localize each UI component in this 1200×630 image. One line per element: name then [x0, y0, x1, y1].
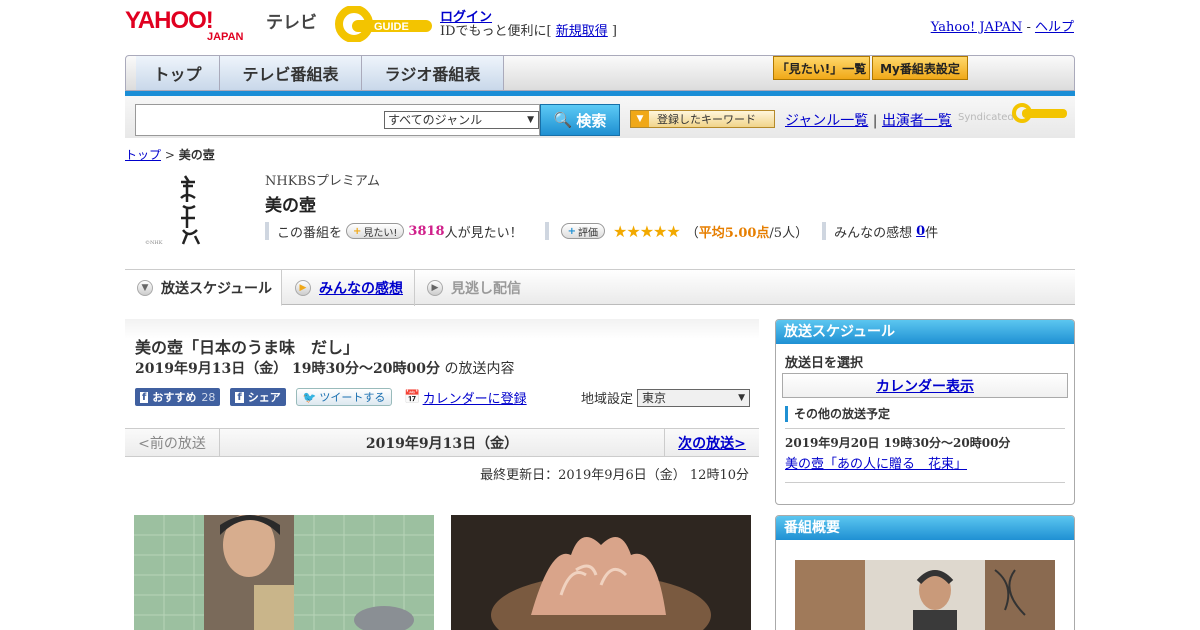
select-date-label: 放送日を選択 [785, 356, 864, 371]
next-broadcast-link[interactable]: 次の放送> [664, 429, 759, 456]
svg-text:©NHK: ©NHK [145, 239, 163, 246]
facebook-icon: f [140, 391, 149, 403]
tab-schedule[interactable]: ▼ 放送スケジュール [125, 270, 282, 306]
other-broadcast-date: 2019年9月20日 19時30分～20時00分 [785, 436, 1011, 450]
mitai-button[interactable]: + 見たい! [346, 223, 405, 239]
breadcrumb: トップ > 美の壺 [125, 148, 215, 162]
facebook-icon: f [235, 391, 244, 403]
mitai-list-button[interactable]: 「見たい!」一覧 [773, 56, 870, 80]
impressions-count-link[interactable]: 0 [916, 224, 925, 239]
cast-list-link[interactable]: 出演者一覧 [882, 113, 952, 129]
episode-photo-bonito-flakes [451, 515, 751, 630]
twitter-icon: 🐦 [302, 390, 317, 404]
tv-label: テレビ [266, 13, 317, 33]
channel-name: NHKBSプレミアム [265, 174, 380, 189]
search-button[interactable]: 🔍 検索 [540, 104, 620, 136]
g-guide-logo[interactable]: GUIDE [334, 6, 434, 42]
calendar-view-button[interactable]: カレンダー表示 [782, 373, 1068, 398]
sidebar-schedule: 放送スケジュール 放送日を選択 カレンダー表示 その他の放送予定 2019年9月… [775, 319, 1075, 505]
login-sub: IDでもっと便利に[ 新規取得 ] [440, 24, 617, 39]
prev-broadcast: <前の放送 [125, 429, 220, 456]
add-to-calendar-link[interactable]: カレンダーに登録 [423, 388, 527, 407]
svg-text:JAPAN: JAPAN [207, 31, 244, 42]
rate-button[interactable]: + 評価 [560, 223, 606, 239]
syndicated-label: Syndicated [958, 112, 1014, 123]
other-broadcast-link[interactable]: 美の壺「あの人に贈る 花束」 [785, 457, 967, 472]
tab-impressions[interactable]: ▶ みんなの感想 [285, 270, 415, 306]
rating-stars: ★★★★★ [613, 221, 681, 241]
program-logo-image: ©NHK [145, 175, 201, 246]
nav-tab-top[interactable]: トップ [136, 56, 220, 90]
signup-link[interactable]: 新規取得 [556, 24, 608, 39]
breadcrumb-top-link[interactable]: トップ [125, 148, 161, 162]
help-link[interactable]: ヘルプ [1035, 20, 1074, 35]
overview-photo [795, 560, 1055, 630]
plus-icon: + [353, 225, 362, 237]
svg-text:YAHOO!: YAHOO! [125, 7, 213, 34]
nav-tab-radio-schedule[interactable]: ラジオ番組表 [362, 56, 504, 90]
genre-select[interactable]: すべてのジャンル ▼ [384, 111, 539, 129]
gguide-text: GUIDE [374, 21, 409, 33]
breadcrumb-current: 美の壺 [178, 148, 215, 162]
program-title: 美の壺 [265, 196, 316, 216]
region-select[interactable]: 東京 ▼ [637, 388, 751, 407]
facebook-share-button[interactable]: f シェア [230, 388, 286, 406]
yahoo-japan-logo[interactable]: YAHOO! JAPAN [125, 6, 261, 42]
dropdown-arrow-icon: ▼ [738, 392, 746, 403]
genre-list-link[interactable]: ジャンル一覧 [785, 113, 868, 129]
nav-tab-tv-schedule[interactable]: テレビ番組表 [220, 56, 362, 90]
play-icon: ▶ [427, 280, 443, 296]
share-row: f おすすめ 28 f シェア 🐦 ツイートする 📅 カレンダーに登録 [135, 387, 527, 407]
episode-title: 美の壺「日本のうま味 だし」 [135, 338, 360, 357]
program-stats: この番組を + 見たい! 3818 人が見たい！ + 評価 ★★★★★ （平均5.00… [265, 221, 938, 241]
broadcast-pager: <前の放送 2019年9月13日（金） 次の放送> [125, 428, 759, 457]
my-schedule-button[interactable]: My番組表設定 [872, 56, 968, 80]
mitai-count: 3818 [408, 223, 445, 239]
play-icon: ▶ [295, 280, 311, 296]
dropdown-arrow-icon: ▼ [527, 115, 534, 125]
sidebar-overview: 番組概要 [775, 515, 1075, 630]
syndicated-gguide-logo [1012, 103, 1067, 123]
chevron-down-icon: ▼ [137, 279, 153, 296]
search-icon: 🔍 [553, 111, 573, 129]
calendar-icon: 📅 [404, 389, 421, 405]
other-broadcasts-label: その他の放送予定 [785, 406, 1074, 422]
average-rating: 平均5.00点 [698, 225, 770, 241]
plus-icon: + [567, 225, 577, 237]
registered-keyword-button[interactable]: ▼ 登録したキーワード [630, 110, 775, 128]
sidebar-overview-header: 番組概要 [776, 516, 1074, 540]
episode-photo-host [134, 515, 434, 630]
facebook-recommend-button[interactable]: f おすすめ 28 [135, 388, 221, 406]
tweet-button[interactable]: 🐦 ツイートする [295, 388, 393, 406]
current-broadcast-date: 2019年9月13日（金） [365, 435, 519, 452]
tab-missed-broadcast: ▶ 見逃し配信 [417, 270, 547, 306]
region-setting: 地域設定 東京 ▼ [581, 388, 751, 407]
yahoo-japan-link[interactable]: Yahoo! JAPAN [931, 20, 1023, 35]
dropdown-arrow-icon: ▼ [631, 111, 649, 127]
last-updated: 最終更新日：2019年9月6日（金） 12時10分 [480, 468, 749, 483]
sidebar-schedule-header: 放送スケジュール [776, 320, 1074, 344]
program-tabs: ▼ 放送スケジュール ▶ みんなの感想 ▶ 見逃し配信 [125, 269, 1075, 306]
episode-date: 2019年9月13日（金） 19時30分～20時00分 の放送内容 [135, 361, 515, 377]
main-nav: トップ テレビ番組表 ラジオ番組表 「見たい!」一覧 My番組表設定 [125, 55, 1075, 91]
